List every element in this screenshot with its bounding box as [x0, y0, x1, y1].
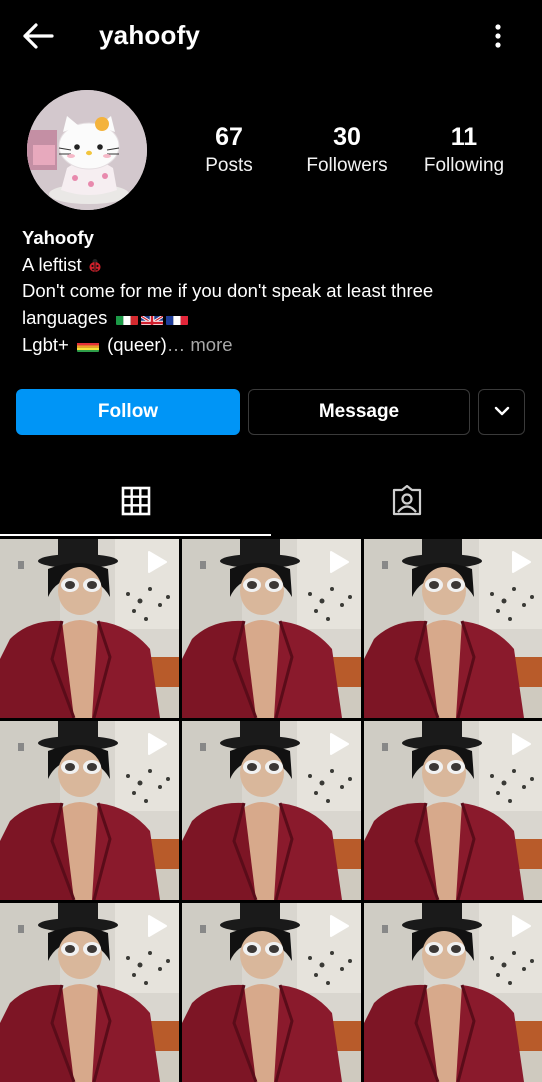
play-icon [510, 732, 532, 756]
reel-thumbnail[interactable] [0, 903, 179, 1082]
play-icon [146, 550, 168, 574]
play-icon [328, 732, 350, 756]
more-options-icon[interactable] [486, 20, 510, 52]
profile-tabs [0, 470, 542, 540]
reel-thumbnail[interactable] [364, 721, 542, 900]
stat-posts[interactable]: 67 Posts [169, 122, 289, 180]
reel-thumbnail[interactable] [364, 539, 542, 718]
grid-icon [121, 486, 151, 521]
reel-thumbnail[interactable] [182, 903, 361, 1082]
bio-text: languages [22, 307, 108, 329]
play-icon [328, 550, 350, 574]
profile-avatar[interactable] [27, 90, 147, 210]
stat-following[interactable]: 11 Following [404, 122, 524, 180]
profile-username: yahoofy [99, 20, 201, 50]
chevron-down-icon [493, 401, 511, 423]
reel-thumbnail[interactable] [182, 721, 361, 900]
reel-thumbnail[interactable] [364, 903, 542, 1082]
france-flag-icon [165, 311, 188, 326]
tab-posts-grid[interactable] [0, 470, 271, 536]
follow-button[interactable]: Follow [16, 389, 240, 435]
more-link[interactable]: … more [167, 334, 233, 355]
posts-count: 67 [215, 123, 243, 151]
rainbow-flag-icon [76, 338, 99, 352]
uk-flag-icon [140, 311, 163, 326]
play-icon [510, 914, 532, 938]
play-icon [328, 914, 350, 938]
play-icon [510, 550, 532, 574]
following-label: Following [423, 155, 505, 176]
bio-line: languages [22, 305, 522, 332]
followers-label: Followers [306, 155, 388, 176]
stat-followers[interactable]: 30 Followers [287, 122, 407, 180]
reel-thumbnail[interactable] [0, 539, 179, 718]
bio-text: A leftist [22, 253, 82, 275]
bio-text: (queer) [107, 333, 167, 355]
reel-thumbnail[interactable] [0, 721, 179, 900]
top-bar: yahoofy [0, 0, 542, 72]
active-tab-indicator [0, 534, 271, 536]
posts-label: Posts [205, 155, 253, 176]
bio-line: Don't come for me if you don't speak at … [22, 280, 434, 302]
tab-tagged[interactable] [271, 470, 542, 536]
italy-flag-icon [115, 311, 138, 326]
bio-line: A leftist [22, 252, 522, 279]
suggested-dropdown-button[interactable] [478, 389, 525, 435]
message-button[interactable]: Message [248, 389, 470, 435]
following-count: 11 [450, 123, 478, 151]
reel-thumbnail[interactable] [182, 539, 361, 718]
profile-bio: Yahoofy A leftist Don't come for me if y… [22, 225, 522, 359]
bio-line: Lgbt+ (queer)… more [22, 332, 522, 359]
tagged-person-icon [391, 484, 423, 522]
display-name: Yahoofy [22, 227, 94, 248]
followers-count: 30 [333, 123, 361, 151]
back-arrow-icon[interactable] [20, 20, 56, 52]
play-icon [146, 914, 168, 938]
play-icon [146, 732, 168, 756]
bio-text: Lgbt+ [22, 333, 69, 355]
ladybug-emoji-icon [87, 254, 103, 272]
